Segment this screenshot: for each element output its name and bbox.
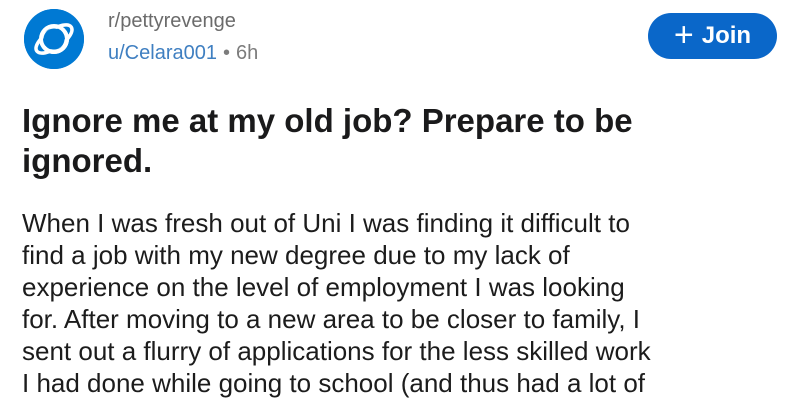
post-header: r/pettyrevenge u/Celara001 • 6h + Join — [0, 0, 800, 80]
body-line: find a job with my new degree due to my … — [22, 240, 570, 270]
byline: u/Celara001 • 6h — [108, 40, 258, 66]
subreddit-avatar[interactable] — [24, 9, 84, 69]
post-meta: r/pettyrevenge u/Celara001 • 6h — [108, 8, 258, 66]
post-body: When I was fresh out of Uni I was findin… — [22, 207, 792, 399]
post-card: r/pettyrevenge u/Celara001 • 6h + Join Ign… — [0, 0, 800, 420]
join-button[interactable]: + Join — [648, 13, 777, 59]
author-link[interactable]: u/Celara001 — [108, 42, 217, 64]
body-line: I had done while going to school (and th… — [22, 368, 645, 398]
meta-separator: • — [222, 42, 230, 64]
body-line: sent out a flurry of applications for th… — [22, 336, 651, 366]
post-time: 6h — [235, 42, 259, 64]
body-line: for. After moving to a new area to be cl… — [22, 304, 641, 334]
body-line: When I was fresh out of Uni I was findin… — [22, 208, 630, 238]
join-label: Join — [701, 22, 752, 49]
post-title[interactable]: Ignore me at my old job? Prepare to be i… — [22, 101, 762, 181]
subreddit-name[interactable]: r/pettyrevenge — [108, 8, 258, 34]
plus-icon: + — [673, 15, 694, 54]
body-line: experience on the level of employment I … — [22, 272, 625, 302]
planet-icon — [24, 9, 84, 69]
